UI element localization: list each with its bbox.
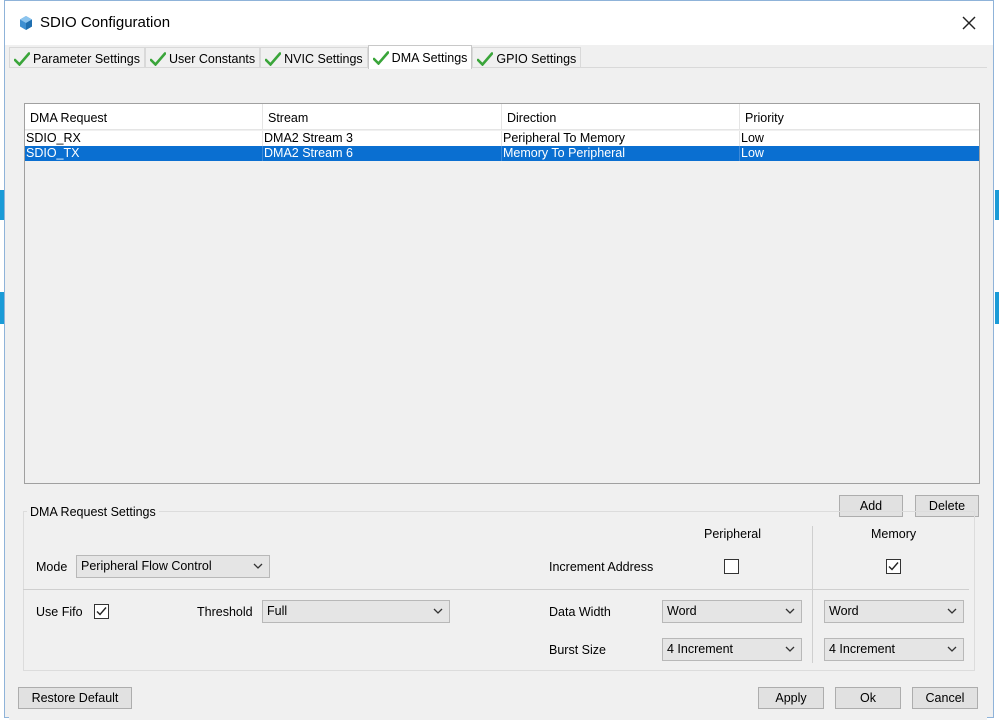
peripheral-header: Peripheral xyxy=(704,527,761,541)
cell-dma-request: SDIO_RX xyxy=(25,131,263,146)
mode-value: Peripheral Flow Control xyxy=(81,559,212,573)
chevron-down-icon xyxy=(785,646,795,652)
column-header-dma-request[interactable]: DMA Request xyxy=(25,104,263,130)
dma-request-table[interactable]: DMA Request Stream Direction Priority SD… xyxy=(24,103,980,484)
table-row-selected[interactable]: SDIO_TX DMA2 Stream 6 Memory To Peripher… xyxy=(25,146,979,161)
data-width-label: Data Width xyxy=(549,605,611,619)
threshold-value: Full xyxy=(267,604,288,618)
peripheral-data-width-select[interactable]: Word xyxy=(662,600,802,623)
dialog-client-area: Parameter Settings User Constants NVIC S… xyxy=(5,45,993,720)
increment-address-label: Increment Address xyxy=(549,560,654,574)
tab-nvic-settings[interactable]: NVIC Settings xyxy=(260,47,368,69)
memory-header: Memory xyxy=(871,527,917,541)
cell-priority: Low xyxy=(741,131,764,145)
restore-default-button[interactable]: Restore Default xyxy=(18,687,132,709)
title-bar: SDIO Configuration xyxy=(5,1,993,45)
peripheral-burst-size-select[interactable]: 4 Increment xyxy=(662,638,802,661)
sdio-configuration-dialog: SDIO Configuration Parameter Settings Us… xyxy=(4,0,994,720)
use-fifo-checkbox[interactable] xyxy=(94,604,109,619)
peripheral-data-width-value: Word xyxy=(667,604,697,618)
background-window-strip xyxy=(995,292,999,324)
column-divider xyxy=(812,526,813,663)
cell-direction: Peripheral To Memory xyxy=(502,131,740,146)
window-title: SDIO Configuration xyxy=(40,14,171,31)
column-header-priority[interactable]: Priority xyxy=(740,104,979,130)
memory-increment-checkbox[interactable] xyxy=(886,559,901,574)
row-divider xyxy=(23,589,969,590)
peripheral-burst-size-value: 4 Increment xyxy=(667,642,734,656)
tab-parameter-settings[interactable]: Parameter Settings xyxy=(9,47,145,69)
chevron-down-icon xyxy=(433,608,443,614)
chevron-down-icon xyxy=(947,646,957,652)
tab-label: DMA Settings xyxy=(391,50,468,65)
group-title: DMA Request Settings xyxy=(27,505,159,519)
memory-data-width-value: Word xyxy=(829,604,859,618)
use-fifo-label: Use Fifo xyxy=(36,605,83,619)
cancel-button[interactable]: Cancel xyxy=(912,687,978,709)
threshold-select[interactable]: Full xyxy=(262,600,450,623)
tab-gpio-settings[interactable]: GPIO Settings xyxy=(472,47,582,69)
peripheral-increment-checkbox[interactable] xyxy=(724,559,739,574)
column-header-stream[interactable]: Stream xyxy=(263,104,502,130)
checkmark-icon xyxy=(96,607,107,616)
check-icon xyxy=(477,51,494,66)
tab-label: User Constants xyxy=(169,51,256,66)
tab-user-constants[interactable]: User Constants xyxy=(145,47,261,69)
check-icon xyxy=(265,51,282,66)
memory-burst-size-value: 4 Increment xyxy=(829,642,896,656)
chevron-down-icon xyxy=(947,608,957,614)
close-icon xyxy=(962,16,976,30)
tab-dma-settings[interactable]: DMA Settings xyxy=(367,45,473,69)
column-header-direction[interactable]: Direction xyxy=(502,104,740,130)
burst-size-label: Burst Size xyxy=(549,643,606,657)
cell-priority: Low xyxy=(741,146,764,160)
memory-burst-size-select[interactable]: 4 Increment xyxy=(824,638,964,661)
check-icon xyxy=(372,50,389,65)
checkmark-icon xyxy=(888,562,899,571)
chevron-down-icon xyxy=(785,608,795,614)
tab-label: NVIC Settings xyxy=(284,51,363,66)
threshold-label: Threshold xyxy=(197,605,253,619)
cell-direction: Memory To Peripheral xyxy=(502,146,740,161)
ok-button[interactable]: Ok xyxy=(835,687,901,709)
apply-button[interactable]: Apply xyxy=(758,687,824,709)
mode-select[interactable]: Peripheral Flow Control xyxy=(76,555,270,578)
cell-stream: DMA2 Stream 3 xyxy=(263,131,502,146)
tab-label: GPIO Settings xyxy=(496,51,577,66)
table-row[interactable]: SDIO_RX DMA2 Stream 3 Peripheral To Memo… xyxy=(25,131,979,146)
check-icon xyxy=(150,51,166,66)
tab-bar: Parameter Settings User Constants NVIC S… xyxy=(9,45,582,69)
cell-stream: DMA2 Stream 6 xyxy=(263,146,502,161)
tab-label: Parameter Settings xyxy=(33,51,140,66)
table-header: DMA Request Stream Direction Priority xyxy=(25,104,979,130)
memory-data-width-select[interactable]: Word xyxy=(824,600,964,623)
close-button[interactable] xyxy=(957,11,981,35)
mode-label: Mode xyxy=(36,560,68,574)
cell-dma-request: SDIO_TX xyxy=(25,146,263,161)
background-window-strip xyxy=(995,190,999,220)
chevron-down-icon xyxy=(253,563,263,569)
check-icon xyxy=(14,51,30,66)
cube-app-icon xyxy=(20,16,32,30)
